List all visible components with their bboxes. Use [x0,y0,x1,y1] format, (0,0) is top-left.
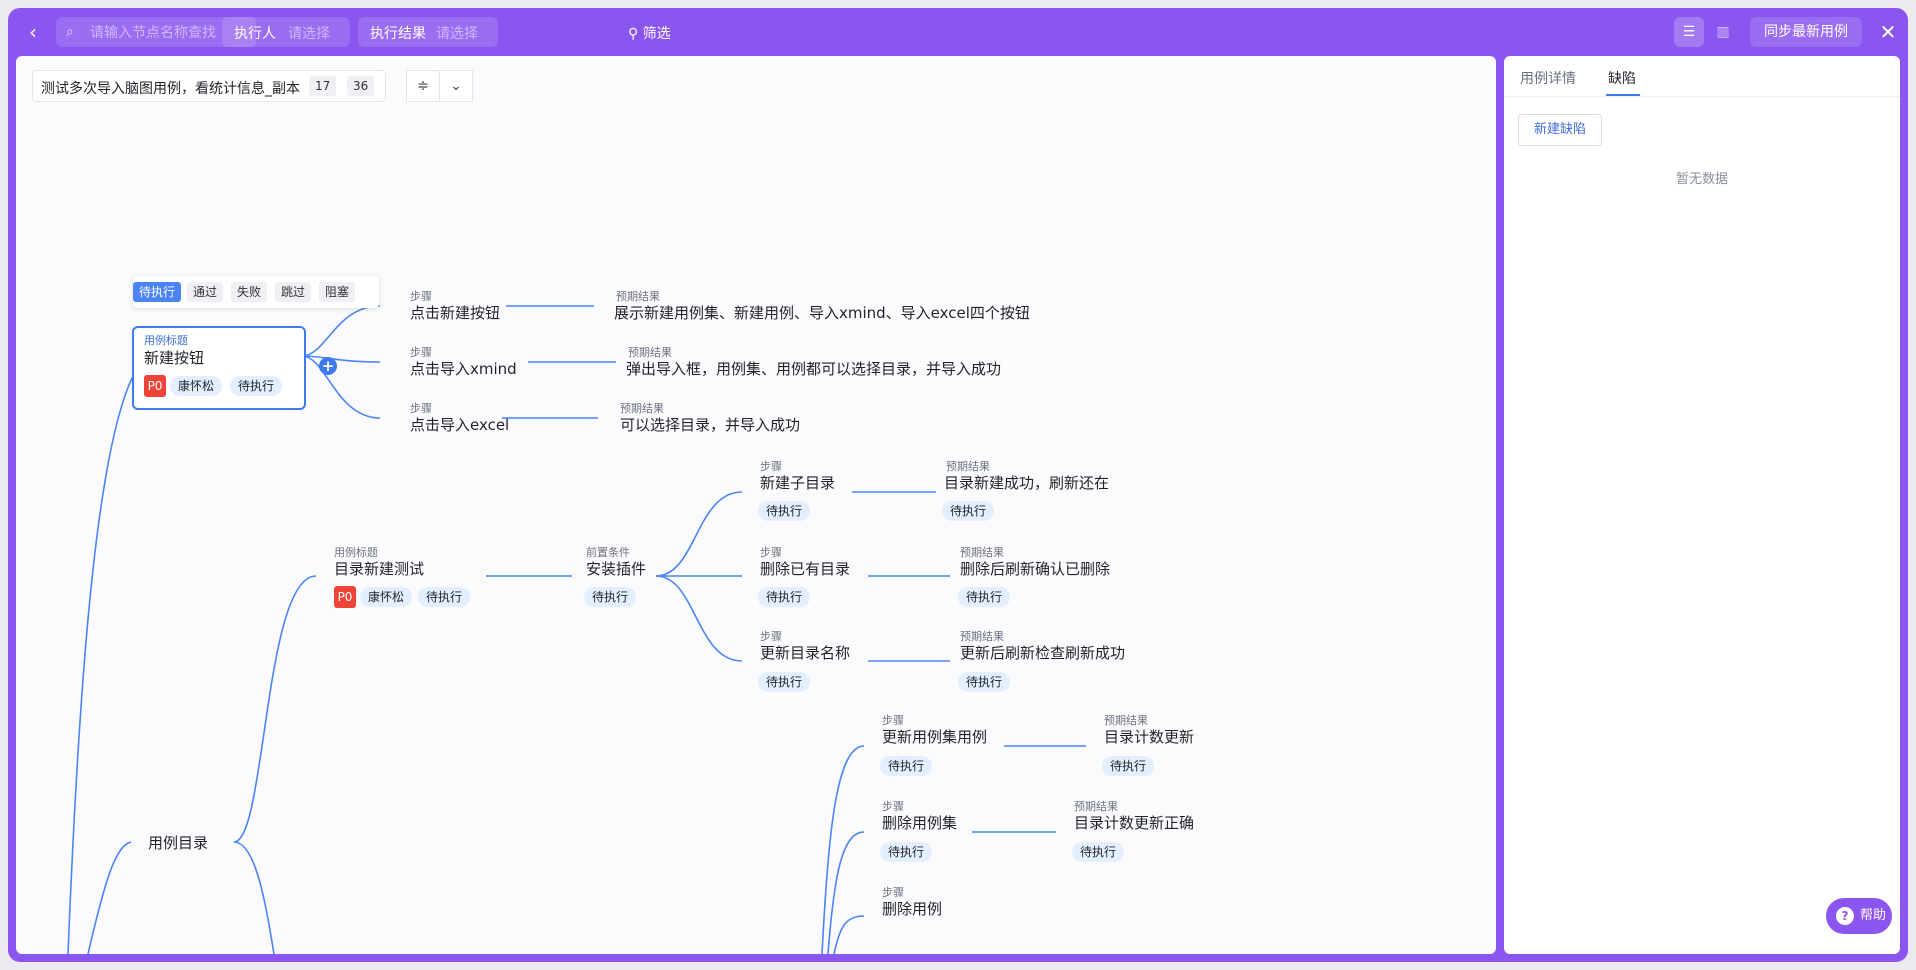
priority-badge: P0 [334,586,356,608]
status-tag: 待执行 [1072,842,1125,862]
empty-state: 暂无数据 [1675,172,1728,187]
status-tag: 待执行 [418,587,471,607]
filter-button[interactable]: ⚲ 筛选 [628,23,671,43]
collapse-icon[interactable]: ≑ [406,70,440,102]
expected-text[interactable]: 删除后刷新确认已删除 [960,558,1110,579]
expected-text[interactable]: 目录计数更新 [1104,726,1194,747]
status-tag: 待执行 [942,501,995,521]
chevron-down-icon[interactable]: ⌄ [439,70,473,102]
step-text[interactable]: 更新目录名称 [760,642,850,663]
status-skip-button[interactable]: 跳过 [275,282,312,302]
expected-text[interactable]: 目录新建成功，刷新还在 [944,472,1109,493]
app-frame: ‹ ⌕ 执行人 请选择 执行结果 请选择 ⚲ 筛选 ☰ ▥ 同步最新用例 ✕ [8,8,1908,962]
link-pre-s1 [655,491,743,577]
step-text[interactable]: 删除用例 [882,898,942,919]
status-block-button[interactable]: 阻塞 [319,282,356,302]
add-node-icon[interactable]: + [319,357,337,375]
step-text[interactable]: 点击新建按钮 [410,302,500,323]
split-view-icon[interactable]: ▥ [1708,17,1738,47]
link-case1-step3 [301,355,381,419]
close-icon[interactable]: ✕ [1876,20,1900,44]
group-node[interactable]: 用例目录 [148,832,208,853]
link-group-case2 [233,575,317,843]
suite-count-a: 17 [309,76,337,96]
step-text[interactable]: 点击导入xmind [410,358,517,379]
result-label: 执行结果 [370,26,426,42]
list-view-icon[interactable]: ☰ [1674,17,1704,47]
sync-latest-cases-button[interactable]: 同步最新用例 [1750,17,1862,47]
status-pass-button[interactable]: 通过 [187,282,224,302]
expected-text[interactable]: 更新后刷新检查刷新成功 [960,642,1125,663]
new-defect-button[interactable]: 新建缺陷 [1518,114,1602,146]
result-placeholder: 请选择 [436,26,478,42]
step-text[interactable]: 删除已有目录 [760,558,850,579]
case-title-label: 用例标题 [144,334,188,347]
expected-text[interactable]: 可以选择目录，并导入成功 [620,414,800,435]
suite-count-b: 36 [347,76,375,96]
executor-placeholder: 请选择 [288,26,330,42]
expected-text[interactable]: 目录计数更新正确 [1074,812,1194,833]
mindmap-canvas[interactable]: 测试多次导入脑图用例，看统计信息_副本 17 36 ≑ ⌄ 待执行 通过 失败 … [16,56,1496,954]
result-select[interactable]: 执行结果 请选择 [358,17,498,47]
link-c3-s3 [833,915,865,954]
executor-label: 执行人 [234,26,276,42]
link-case1-step1 [301,305,381,357]
back-icon[interactable]: ‹ [22,21,44,43]
precondition-text[interactable]: 安装插件 [586,558,646,579]
status-toolbar: 待执行 通过 失败 跳过 阻塞 [133,276,379,308]
link-root-case1 [67,375,134,954]
priority-badge: P0 [144,375,166,397]
status-tag: 待执行 [584,587,637,607]
step-text[interactable]: 更新用例集用例 [882,726,987,747]
top-toolbar: ‹ ⌕ 执行人 请选择 执行结果 请选择 ⚲ 筛选 ☰ ▥ 同步最新用例 ✕ [8,8,1908,56]
expected-text[interactable]: 展示新建用例集、新建用例、导入xmind、导入excel四个按钮 [614,302,1030,323]
status-tag: 待执行 [758,501,811,521]
question-icon: ? [1836,907,1854,925]
mindmap-links [67,305,1086,954]
executor-select[interactable]: 执行人 请选择 [222,17,350,47]
status-tag: 待执行 [230,376,283,396]
suite-title: 测试多次导入脑图用例，看统计信息_副本 [41,81,300,97]
link-root-group [87,841,132,954]
link-c3-s1 [821,745,865,954]
tab-case-detail[interactable]: 用例详情 [1520,68,1576,88]
case-title[interactable]: 目录新建测试 [334,558,424,579]
owner-tag: 康怀松 [170,376,223,396]
step-text[interactable]: 点击导入excel [410,414,509,435]
filter-icon: ⚲ [628,26,639,42]
search-icon: ⌕ [66,24,74,40]
detail-panel: 用例详情 缺陷 新建缺陷 暂无数据 [1504,56,1900,954]
help-button[interactable]: ? 帮助 [1826,898,1892,934]
expected-text[interactable]: 弹出导入框，用例集、用例都可以选择目录，并导入成功 [626,358,1001,379]
link-pre-s3 [655,575,743,662]
status-tag: 待执行 [1102,756,1155,776]
tab-defects[interactable]: 缺陷 [1608,68,1636,88]
help-label: 帮助 [1860,908,1887,923]
case-title[interactable]: 新建按钮 [144,347,204,368]
status-pending-button[interactable]: 待执行 [133,282,182,302]
owner-tag: 康怀松 [360,587,413,607]
panel-tabs: 用例详情 缺陷 [1504,56,1900,97]
status-fail-button[interactable]: 失败 [231,282,268,302]
active-tab-indicator [1606,94,1640,96]
link-c3-s2 [827,831,865,954]
status-tag: 待执行 [880,842,933,862]
status-tag: 待执行 [880,756,933,776]
status-tag: 待执行 [758,672,811,692]
link-group-down [233,841,275,954]
step-text[interactable]: 删除用例集 [882,812,957,833]
status-tag: 待执行 [958,672,1011,692]
suite-selector[interactable]: 测试多次导入脑图用例，看统计信息_副本 17 36 [32,70,386,102]
status-tag: 待执行 [958,587,1011,607]
step-text[interactable]: 新建子目录 [760,472,835,493]
status-tag: 待执行 [758,587,811,607]
filter-label: 筛选 [642,26,671,42]
